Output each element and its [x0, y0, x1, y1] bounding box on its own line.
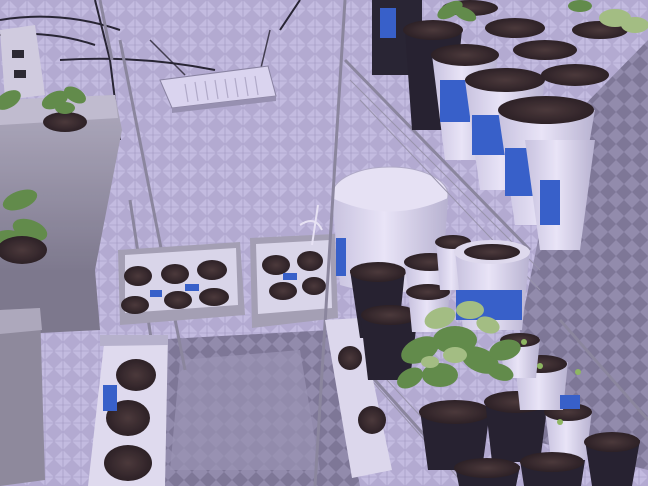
grow-tent-illustration	[0, 0, 648, 486]
grow-light-tint	[0, 0, 648, 486]
grow-tent-photo	[0, 0, 648, 486]
